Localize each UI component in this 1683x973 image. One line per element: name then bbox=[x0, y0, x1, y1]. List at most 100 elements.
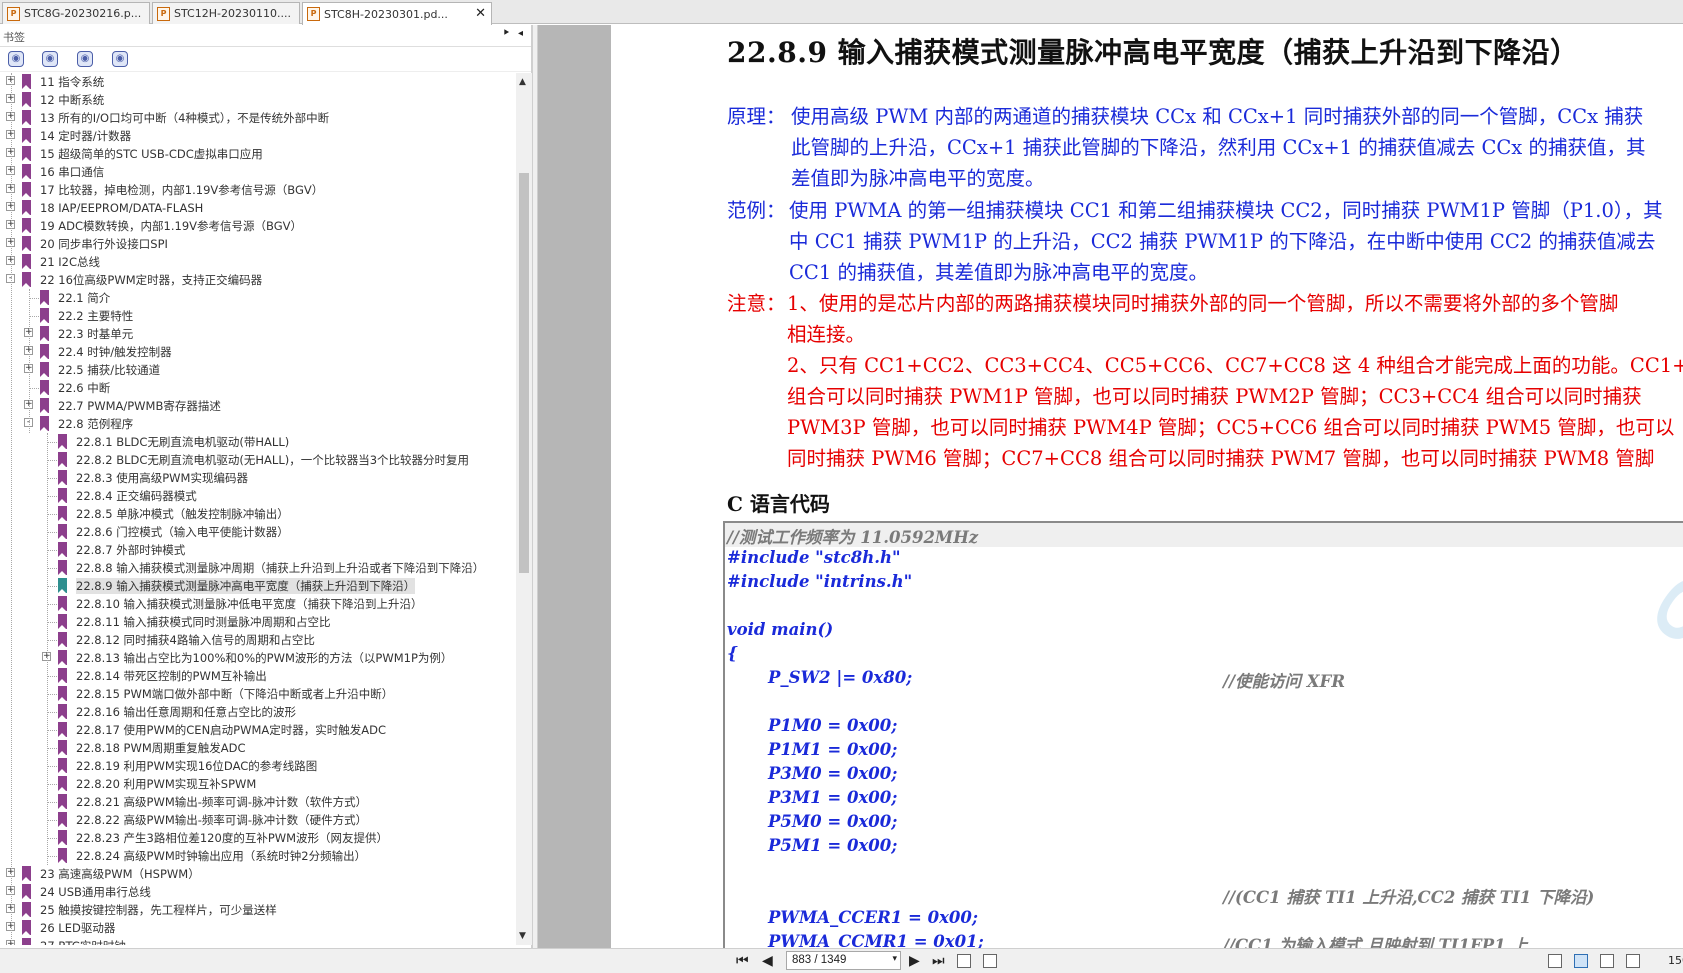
zoom-level[interactable]: 150 bbox=[1668, 954, 1683, 967]
sidebar-scrollbar[interactable]: ▲ ▼ bbox=[516, 73, 532, 945]
tab-stc12h[interactable]: P STC12H-20230110.... bbox=[152, 2, 300, 24]
code-heading: C 语言代码 bbox=[727, 492, 830, 516]
bookmark-item[interactable]: 22.8.7 外部时钟模式 bbox=[0, 541, 516, 559]
close-tab-icon[interactable]: ✕ bbox=[475, 6, 486, 21]
bookmark-item[interactable]: +24 USB通用串行总线 bbox=[0, 883, 516, 901]
bookmark-label: 20 同步串行外设接口SPI bbox=[40, 237, 168, 251]
bookmark-item[interactable]: 22.8.18 PWM周期重复触发ADC bbox=[0, 739, 516, 757]
bookmark-item[interactable]: 22.1 简介 bbox=[0, 289, 516, 307]
bookmark-item[interactable]: +14 定时器/计数器 bbox=[0, 127, 516, 145]
bookmark-icon bbox=[40, 344, 49, 359]
prev-page-icon[interactable]: ◀ bbox=[762, 953, 773, 969]
tab-stc8h[interactable]: P STC8H-20230301.pd... ✕ bbox=[302, 2, 492, 25]
bookmark-icon bbox=[22, 110, 31, 125]
bookmark-options-icon[interactable]: ◉ bbox=[8, 51, 24, 67]
bookmark-item[interactable]: 22.8.15 PWM端口做外部中断（下降沿中断或者上升沿中断） bbox=[0, 685, 516, 703]
bookmark-item[interactable]: 22.8.4 正交编码器模式 bbox=[0, 487, 516, 505]
bookmark-icon bbox=[58, 578, 67, 593]
bookmark-item[interactable]: 22.8.19 利用PWM实现16位DAC的参考线路图 bbox=[0, 757, 516, 775]
bookmark-item[interactable]: +17 比较器，掉电检测，内部1.19V参考信号源（BGV） bbox=[0, 181, 516, 199]
bookmark-item[interactable]: +22.3 时基单元 bbox=[0, 325, 516, 343]
bookmark-item[interactable]: 22.8.17 使用PWM的CEN启动PWMA定时器，实时触发ADC bbox=[0, 721, 516, 739]
bookmark-item[interactable]: 22.8.20 利用PWM实现互补SPWM bbox=[0, 775, 516, 793]
bookmark-item[interactable]: -22.8 范例程序 bbox=[0, 415, 516, 433]
bookmark-item[interactable]: +18 IAP/EEPROM/DATA-FLASH bbox=[0, 199, 516, 217]
bookmark-label: 11 指令系统 bbox=[40, 75, 105, 89]
bookmark-item[interactable]: +13 所有的I/O口均可中断（4种模式），不是传统外部中断 bbox=[0, 109, 516, 127]
single-page-view-icon[interactable] bbox=[1548, 954, 1562, 968]
bookmark-item[interactable]: -22 16位高级PWM定时器，支持正交编码器 bbox=[0, 271, 516, 289]
bookmark-label: 21 I2C总线 bbox=[40, 255, 101, 269]
bookmark-item[interactable]: 22.8.22 高级PWM输出-频率可调-脉冲计数（硬件方式） bbox=[0, 811, 516, 829]
bookmark-item[interactable]: +16 串口通信 bbox=[0, 163, 516, 181]
book-view-icon[interactable] bbox=[1626, 954, 1640, 968]
bookmark-item[interactable]: +27 RTC实时时钟 bbox=[0, 937, 516, 945]
bookmark-label: 16 串口通信 bbox=[40, 165, 105, 179]
bookmark-item[interactable]: +25 触摸按键控制器，先工程样片，可少量送样 bbox=[0, 901, 516, 919]
code-comment: //使能访问 XFR bbox=[1223, 672, 1346, 691]
bookmark-item[interactable]: 22.8.10 输入捕获模式测量脉冲低电平宽度（捕获下降沿到上升沿） bbox=[0, 595, 516, 613]
chevron-down-icon[interactable]: ▾ bbox=[892, 953, 897, 964]
bookmark-expand-icon[interactable]: ◉ bbox=[42, 51, 58, 67]
rotate-page-icon[interactable] bbox=[957, 954, 971, 968]
bookmark-icon bbox=[58, 488, 67, 503]
bookmark-item[interactable]: +22.4 时钟/触发控制器 bbox=[0, 343, 516, 361]
collapse-sidebar-icon[interactable]: ⯈ bbox=[502, 28, 510, 39]
bookmark-item[interactable]: 22.8.9 输入捕获模式测量脉冲高电平宽度（捕获上升沿到下降沿） bbox=[0, 577, 516, 595]
scroll-up-icon[interactable]: ▲ bbox=[519, 77, 526, 87]
bookmark-item[interactable]: +19 ADC模数转换，内部1.19V参考信号源（BGV） bbox=[0, 217, 516, 235]
bookmark-item[interactable]: +26 LED驱动器 bbox=[0, 919, 516, 937]
bookmark-add-icon[interactable]: ◉ bbox=[77, 51, 93, 67]
bookmark-item[interactable]: 22.6 中断 bbox=[0, 379, 516, 397]
bookmark-item[interactable]: 22.8.21 高级PWM输出-频率可调-脉冲计数（软件方式） bbox=[0, 793, 516, 811]
bookmark-icon bbox=[22, 74, 31, 89]
bookmark-icon bbox=[40, 308, 49, 323]
bookmark-item[interactable]: +22.5 捕获/比较通道 bbox=[0, 361, 516, 379]
tree-guide-line bbox=[47, 433, 48, 865]
tree-connector bbox=[47, 838, 57, 839]
bookmark-item[interactable]: +22.8.13 输出占空比为100%和0%的PWM波形的方法（以PWM1P为例… bbox=[0, 649, 516, 667]
bookmark-item[interactable]: 22.8.5 单脉冲模式（触发控制脉冲输出） bbox=[0, 505, 516, 523]
page-number-input[interactable]: 883 / 1349 ▾ bbox=[786, 951, 901, 970]
bookmark-item[interactable]: 22.8.6 门控模式（输入电平使能计数器） bbox=[0, 523, 516, 541]
code-line: PWMA_CCER1 = 0x00; bbox=[768, 908, 978, 927]
bookmark-item[interactable]: 22.8.11 输入捕获模式同时测量脉冲周期和占空比 bbox=[0, 613, 516, 631]
bookmark-item[interactable]: 22.8.8 输入捕获模式测量脉冲周期（捕获上升沿到上升沿或者下降沿到下降沿） bbox=[0, 559, 516, 577]
bookmark-item[interactable]: +22.7 PWMA/PWMB寄存器描述 bbox=[0, 397, 516, 415]
bookmark-icon bbox=[22, 272, 31, 287]
last-page-icon[interactable]: ⏭ bbox=[932, 953, 945, 969]
bookmark-item[interactable]: 22.8.12 同时捕获4路输入信号的周期和占空比 bbox=[0, 631, 516, 649]
bookmark-label: 22.8.18 PWM周期重复触发ADC bbox=[76, 741, 246, 755]
tree-connector bbox=[47, 442, 57, 443]
bookmark-item[interactable]: 22.8.14 带死区控制的PWM互补输出 bbox=[0, 667, 516, 685]
scroll-down-icon[interactable]: ▼ bbox=[519, 931, 526, 941]
bookmark-item[interactable]: 22.2 主要特性 bbox=[0, 307, 516, 325]
bookmark-item[interactable]: 22.8.23 产生3路相位差120度的互补PWM波形（网友提供） bbox=[0, 829, 516, 847]
bookmark-item[interactable]: 22.8.24 高级PWM时钟输出应用（系统时钟2分频输出） bbox=[0, 847, 516, 865]
bookmark-item[interactable]: 22.8.2 BLDC无刷直流电机驱动(无HALL)，一个比较器当3个比较器分时… bbox=[0, 451, 516, 469]
scrollbar-thumb[interactable] bbox=[519, 173, 529, 573]
bookmark-icon bbox=[22, 254, 31, 269]
bookmark-item[interactable]: 22.8.3 使用高级PWM实现编码器 bbox=[0, 469, 516, 487]
bookmark-item[interactable]: +11 指令系统 bbox=[0, 73, 516, 91]
pin-sidebar-icon[interactable]: ◂ bbox=[518, 28, 523, 39]
bookmark-sidebar: 书签 ⯈ ◂ ◉ ◉ ◉ ◉ +11 指令系统 +12 中断系统 +13 所有的I/… bbox=[0, 25, 532, 948]
bookmark-item[interactable]: +15 超级简单的STC USB-CDC虚拟串口应用 bbox=[0, 145, 516, 163]
bookmark-search-icon[interactable]: ◉ bbox=[112, 51, 128, 67]
bookmark-item[interactable]: +23 高速高级PWM（HSPWM） bbox=[0, 865, 516, 883]
bookmark-icon bbox=[58, 686, 67, 701]
code-line: P1M0 = 0x00; bbox=[768, 716, 898, 735]
bookmark-item[interactable]: +20 同步串行外设接口SPI bbox=[0, 235, 516, 253]
first-page-icon[interactable]: ⏮ bbox=[736, 953, 749, 969]
tab-stc8g[interactable]: P STC8G-20230216.p... bbox=[2, 2, 150, 24]
bookmark-item[interactable]: 22.8.1 BLDC无刷直流电机驱动(带HALL) bbox=[0, 433, 516, 451]
facing-view-icon[interactable] bbox=[1600, 954, 1614, 968]
fit-page-icon[interactable] bbox=[983, 954, 997, 968]
bookmark-item[interactable]: +12 中断系统 bbox=[0, 91, 516, 109]
bookmark-icon bbox=[22, 866, 31, 881]
bookmark-item[interactable]: 22.8.16 输出任意周期和任意占空比的波形 bbox=[0, 703, 516, 721]
continuous-view-icon[interactable] bbox=[1574, 954, 1588, 968]
bookmark-label: 12 中断系统 bbox=[40, 93, 105, 107]
next-page-icon[interactable]: ▶ bbox=[909, 953, 920, 969]
bookmark-item[interactable]: +21 I2C总线 bbox=[0, 253, 516, 271]
